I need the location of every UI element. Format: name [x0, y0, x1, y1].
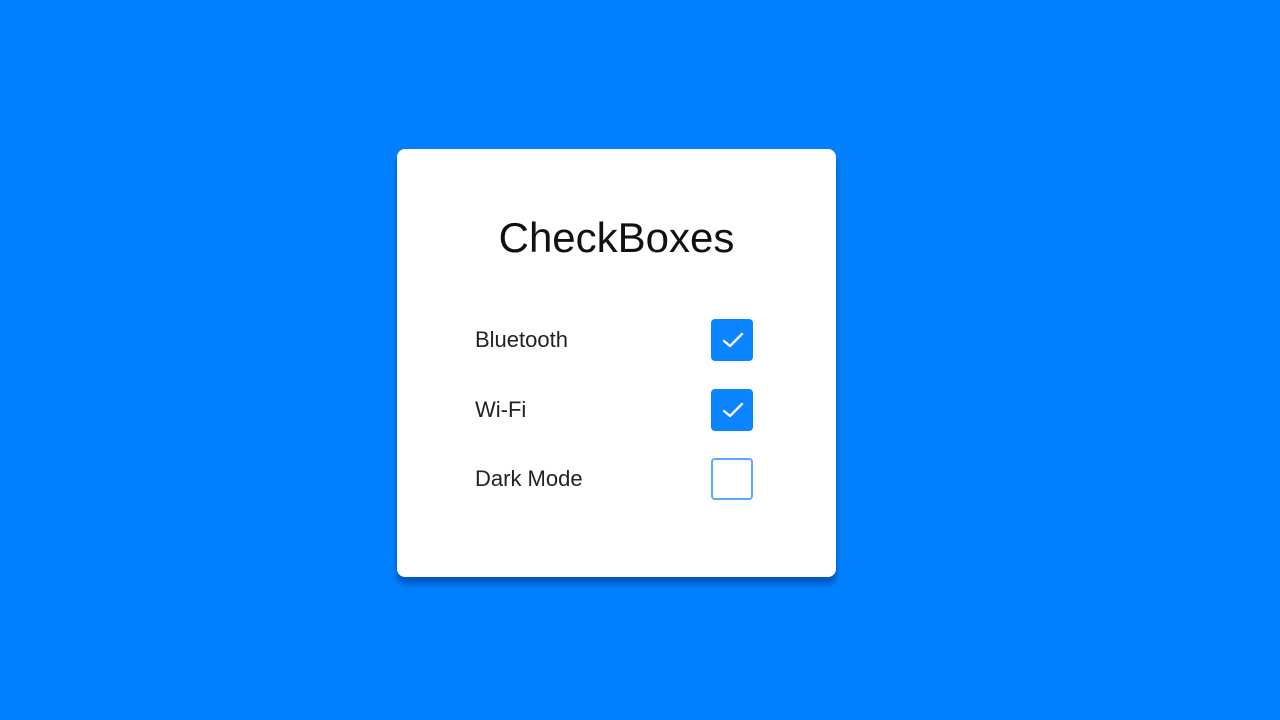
option-label-bluetooth: Bluetooth [475, 327, 568, 352]
option-label-dark-mode: Dark Mode [475, 466, 583, 491]
card-title: CheckBoxes [498, 214, 735, 261]
option-label-wifi: Wi-Fi [475, 397, 527, 422]
wifi-checkbox[interactable] [711, 389, 753, 431]
option-row-dark-mode: Dark Mode [475, 458, 754, 500]
check-icon [722, 402, 744, 418]
bluetooth-checkbox[interactable] [711, 319, 753, 361]
option-row-bluetooth: Bluetooth [475, 319, 754, 361]
check-icon [722, 332, 744, 348]
dark-mode-checkbox[interactable] [711, 458, 753, 500]
checkbox-card: CheckBoxes Bluetooth Wi-Fi Dark Mode [397, 149, 836, 577]
option-row-wifi: Wi-Fi [475, 389, 754, 431]
